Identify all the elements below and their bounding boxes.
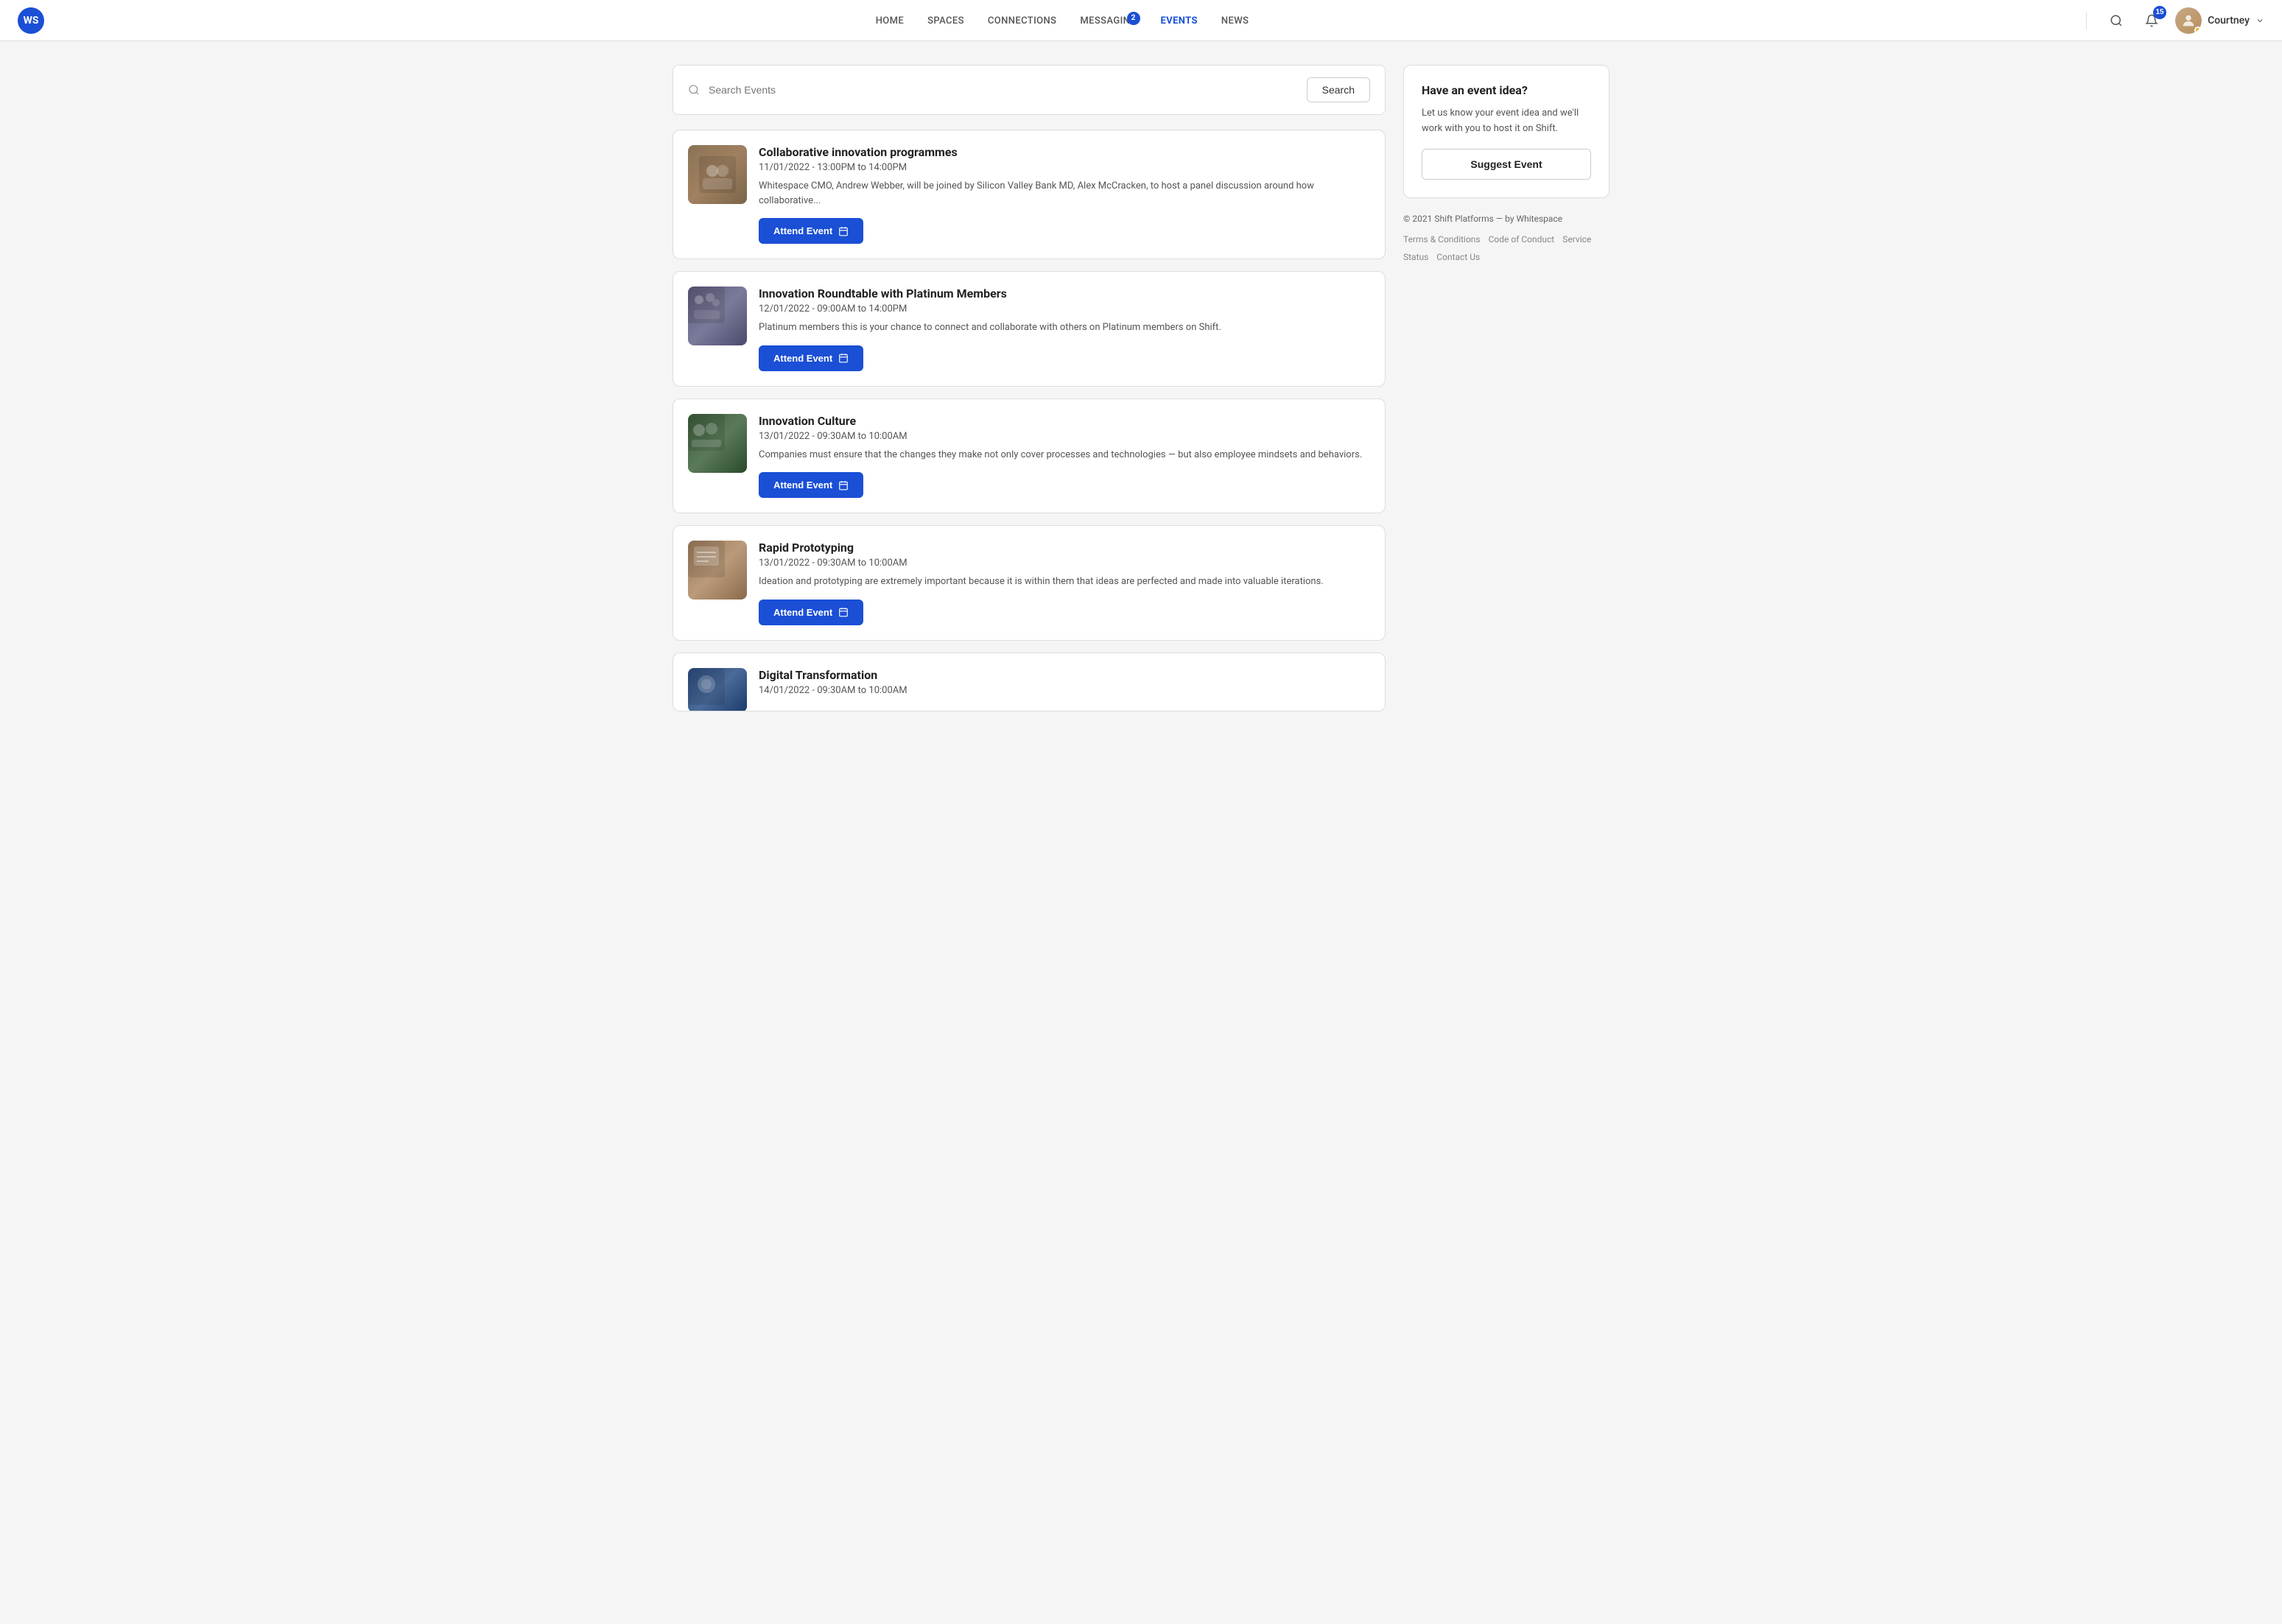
event-body: Innovation Culture 13/01/2022 - 09:30AM …: [759, 414, 1370, 499]
event-image: [688, 668, 747, 711]
search-button[interactable]: [2104, 9, 2128, 32]
footer-links: © 2021 Shift Platforms — by Whitespace T…: [1403, 210, 1609, 266]
suggest-card-title: Have an event idea?: [1422, 83, 1591, 97]
search-button[interactable]: Search: [1307, 77, 1370, 102]
user-online-indicator: [2194, 27, 2202, 34]
event-card: Innovation Roundtable with Platinum Memb…: [673, 271, 1386, 387]
search-icon: [688, 84, 700, 96]
footer-link-terms[interactable]: Terms & Conditions: [1403, 234, 1481, 245]
event-image: [688, 287, 747, 345]
event-body: Rapid Prototyping 13/01/2022 - 09:30AM t…: [759, 541, 1370, 625]
messaging-badge: 2: [1127, 12, 1140, 25]
nav-link-events[interactable]: EVENTS: [1161, 15, 1198, 27]
calendar-icon: [838, 226, 849, 236]
copyright-text: © 2021 Shift Platforms — by Whitespace: [1403, 210, 1609, 228]
event-date: 11/01/2022 - 13:00PM to 14:00PM: [759, 162, 1370, 173]
nav-divider: [2086, 12, 2087, 29]
nav-link-connections[interactable]: CONNECTIONS: [988, 15, 1056, 27]
attend-event-button[interactable]: Attend Event: [759, 600, 863, 625]
event-date: 12/01/2022 - 09:00AM to 14:00PM: [759, 303, 1370, 314]
notifications-button[interactable]: 15: [2140, 9, 2163, 32]
chevron-down-icon: [2255, 16, 2264, 25]
event-image: [688, 145, 747, 204]
event-description: Ideation and prototyping are extremely i…: [759, 574, 1370, 589]
main-content: Search Collaborative innovation programm…: [673, 65, 1386, 711]
event-image: [688, 414, 747, 473]
event-card: Collaborative innovation programmes 11/0…: [673, 130, 1386, 259]
user-menu[interactable]: Courtney: [2175, 7, 2264, 34]
nav-link-spaces[interactable]: SPACES: [927, 15, 964, 27]
event-title: Digital Transformation: [759, 668, 1370, 682]
search-input[interactable]: [709, 84, 1298, 96]
calendar-icon: [838, 353, 849, 363]
nav-link-news[interactable]: NEWS: [1221, 15, 1249, 27]
event-title: Innovation Culture: [759, 414, 1370, 428]
suggest-card-description: Let us know your event idea and we'll wo…: [1422, 106, 1591, 137]
nav-item-events[interactable]: EVENTS: [1161, 15, 1198, 27]
attend-event-button[interactable]: Attend Event: [759, 218, 863, 244]
nav-item-connections[interactable]: CONNECTIONS: [988, 15, 1056, 27]
event-description: Platinum members this is your chance to …: [759, 320, 1370, 335]
nav-item-messaging[interactable]: MESSAGING 2: [1080, 15, 1137, 27]
footer-nav-links: Terms & Conditions Code of Conduct Servi…: [1403, 231, 1609, 266]
event-date: 13/01/2022 - 09:30AM to 10:00AM: [759, 558, 1370, 569]
attend-event-button[interactable]: Attend Event: [759, 472, 863, 498]
event-title: Collaborative innovation programmes: [759, 145, 1370, 159]
event-date: 14/01/2022 - 09:30AM to 10:00AM: [759, 685, 1370, 696]
nav-item-news[interactable]: NEWS: [1221, 15, 1249, 27]
event-description: Companies must ensure that the changes t…: [759, 448, 1370, 463]
nav-link-home[interactable]: HOME: [876, 15, 904, 27]
nav-right: 15 Courtney: [2080, 7, 2264, 34]
avatar: [2175, 7, 2202, 34]
footer-link-conduct[interactable]: Code of Conduct: [1489, 234, 1555, 245]
nav-links: HOME SPACES CONNECTIONS MESSAGING 2 EVEN…: [876, 15, 1249, 27]
calendar-icon: [838, 607, 849, 617]
event-title: Rapid Prototyping: [759, 541, 1370, 555]
event-card: Innovation Culture 13/01/2022 - 09:30AM …: [673, 398, 1386, 514]
suggest-event-button[interactable]: Suggest Event: [1422, 149, 1591, 180]
event-body: Digital Transformation 14/01/2022 - 09:3…: [759, 668, 1370, 702]
sidebar: Have an event idea? Let us know your eve…: [1403, 65, 1609, 266]
nav-item-home[interactable]: HOME: [876, 15, 904, 27]
event-body: Collaborative innovation programmes 11/0…: [759, 145, 1370, 244]
navbar: WS HOME SPACES CONNECTIONS MESSAGING 2 E…: [0, 0, 2282, 41]
calendar-icon: [838, 480, 849, 491]
nav-item-spaces[interactable]: SPACES: [927, 15, 964, 27]
event-description: Whitespace CMO, Andrew Webber, will be j…: [759, 179, 1370, 208]
notifications-badge: 15: [2153, 6, 2166, 19]
page-container: Search Collaborative innovation programm…: [655, 41, 1627, 735]
user-name: Courtney: [2208, 15, 2250, 27]
search-box: Search: [673, 65, 1386, 115]
attend-event-button[interactable]: Attend Event: [759, 345, 863, 371]
event-title: Innovation Roundtable with Platinum Memb…: [759, 287, 1370, 300]
event-body: Innovation Roundtable with Platinum Memb…: [759, 287, 1370, 371]
suggest-event-card: Have an event idea? Let us know your eve…: [1403, 65, 1609, 198]
app-logo[interactable]: WS: [18, 7, 44, 34]
event-date: 13/01/2022 - 09:30AM to 10:00AM: [759, 431, 1370, 442]
event-card-partial: Digital Transformation 14/01/2022 - 09:3…: [673, 653, 1386, 711]
footer-link-contact[interactable]: Contact Us: [1436, 252, 1480, 262]
event-card: Rapid Prototyping 13/01/2022 - 09:30AM t…: [673, 525, 1386, 641]
event-image: [688, 541, 747, 600]
